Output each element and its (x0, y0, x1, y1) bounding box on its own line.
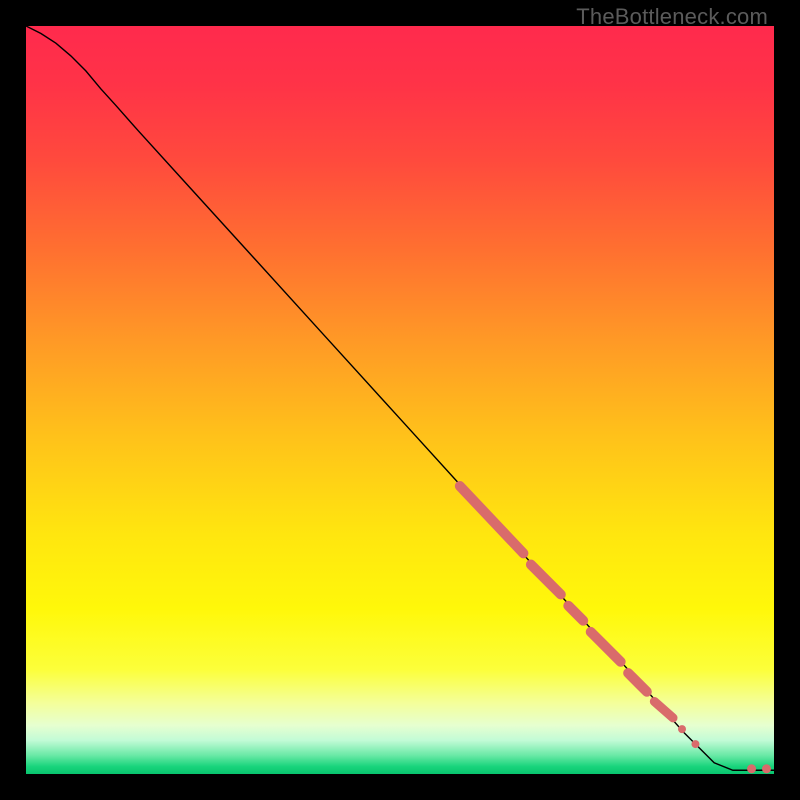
marker-dot (762, 764, 771, 773)
marker-dot (691, 740, 699, 748)
chart-svg (26, 26, 774, 774)
chart-stage: TheBottleneck.com (0, 0, 800, 800)
marker-dot (678, 725, 686, 733)
marker-dot (747, 764, 756, 773)
watermark-text: TheBottleneck.com (576, 4, 768, 30)
chart-background (26, 26, 774, 774)
